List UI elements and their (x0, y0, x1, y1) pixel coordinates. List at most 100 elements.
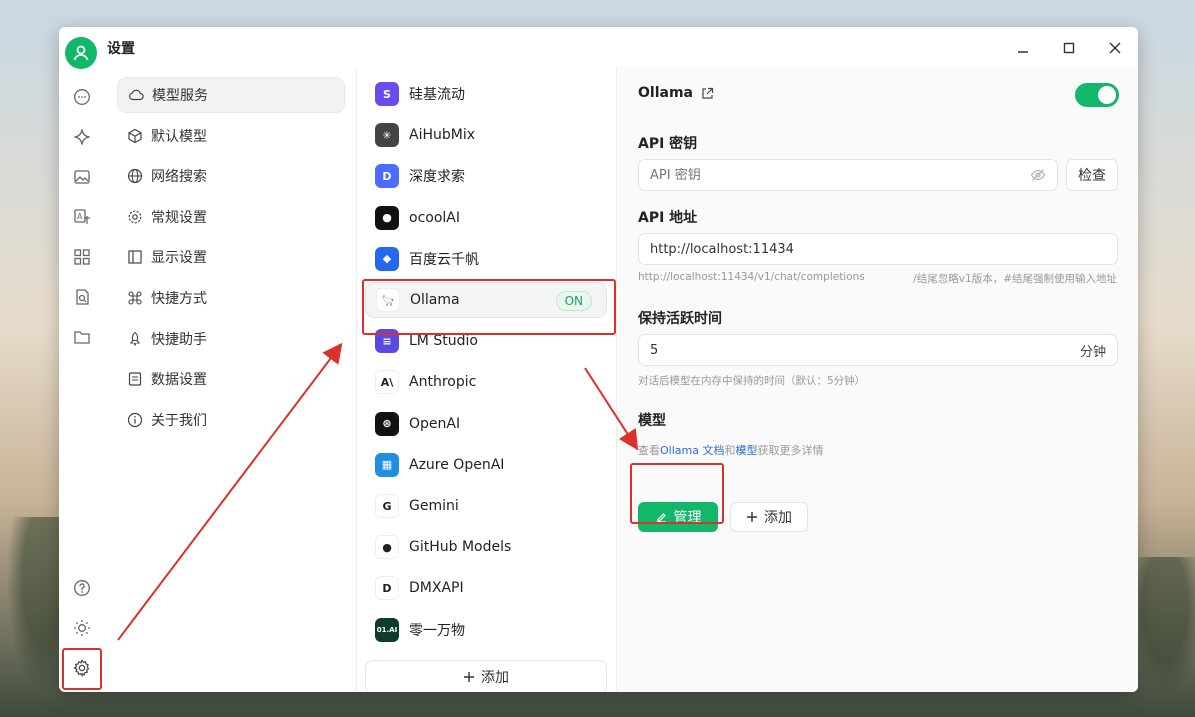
chat-rail-button[interactable] (69, 84, 95, 110)
knowledge-rail-button[interactable] (69, 284, 95, 310)
cube-icon (128, 128, 142, 144)
provider-item-aihubmix[interactable]: ✳ AiHubMix (365, 117, 607, 153)
provider-label: 百度云千帆 (409, 251, 479, 268)
provider-item-anthropic[interactable]: A\ Anthropic (365, 364, 607, 400)
api-key-field[interactable] (638, 159, 1058, 191)
provider-label: 深度求索 (409, 169, 465, 186)
apps-icon (74, 249, 90, 265)
plus-icon (464, 672, 474, 682)
ollama-docs-link[interactable]: Ollama 文档 (660, 444, 724, 457)
svg-text:A: A (77, 212, 83, 221)
help-rail-button[interactable] (69, 575, 95, 601)
add-model-button[interactable]: 添加 (730, 502, 808, 532)
layout-icon (128, 250, 142, 264)
nav-item-label: 默认模型 (151, 129, 207, 145)
avatar[interactable] (65, 37, 97, 69)
provider-item-openai[interactable]: ⊛ OpenAI (365, 406, 607, 442)
api-key-input[interactable] (650, 167, 1030, 183)
nav-item-label: 数据设置 (151, 372, 207, 388)
eye-off-icon[interactable] (1030, 167, 1046, 183)
api-key-label: API 密钥 (638, 136, 698, 152)
openai-logo-icon: ⊛ (375, 411, 399, 436)
provider-item-01-ai[interactable]: 01.AI 零一万物 (365, 612, 607, 648)
nav-item-default-model[interactable]: 默认模型 (117, 118, 345, 154)
provider-item-lm-studio[interactable]: ≡ LM Studio (365, 323, 607, 359)
nav-item-general-settings[interactable]: 常规设置 (117, 199, 345, 235)
files-rail-button[interactable] (69, 324, 95, 350)
keep-alive-value: 5 (650, 342, 659, 358)
models-link[interactable]: 模型 (735, 444, 757, 457)
maximize-icon (1063, 42, 1075, 54)
translate-rail-button[interactable]: A (69, 204, 95, 230)
user-icon (73, 45, 89, 61)
check-button[interactable]: 检查 (1066, 159, 1118, 191)
nav-item-about[interactable]: 关于我们 (117, 402, 345, 438)
document-search-icon (76, 289, 89, 305)
provider-item-deepseek[interactable]: D 深度求索 (365, 158, 607, 194)
translate-icon: A (74, 209, 90, 224)
add-model-label: 添加 (764, 510, 792, 526)
api-url-field[interactable]: http://localhost:11434 (638, 233, 1118, 265)
azure-openai-logo-icon: ▦ (375, 452, 399, 477)
ocoolai-logo-icon: ● (375, 205, 399, 230)
add-provider-label: 添加 (481, 670, 509, 686)
minimize-icon (1018, 51, 1028, 53)
nav-item-shortcuts[interactable]: 快捷方式 (117, 280, 345, 316)
check-button-label: 检查 (1078, 168, 1106, 184)
lm-studio-logo-icon: ≡ (375, 329, 399, 354)
provider-label: Gemini (409, 498, 459, 514)
provider-item-baidu-qianfan[interactable]: ◆ 百度云千帆 (365, 241, 607, 277)
nav-item-label: 网络搜索 (151, 169, 207, 185)
provider-item-gemini[interactable]: G Gemini (365, 488, 607, 524)
icon-rail: A (59, 67, 105, 692)
minimize-button[interactable] (1011, 37, 1035, 59)
nav-item-display-settings[interactable]: 显示设置 (117, 239, 345, 275)
paint-rail-button[interactable] (69, 164, 95, 190)
nav-item-label: 关于我们 (151, 413, 207, 429)
nav-item-data-settings[interactable]: 数据设置 (117, 361, 345, 397)
edit-icon (656, 512, 666, 523)
provider-item-siliconflow[interactable]: S 硅基流动 (365, 76, 607, 112)
baidu-qianfan-logo-icon: ◆ (375, 246, 399, 271)
agents-rail-button[interactable] (69, 124, 95, 150)
close-icon (1109, 42, 1121, 54)
theme-rail-button[interactable] (69, 615, 95, 641)
nav-item-label: 模型服务 (152, 88, 208, 104)
chat-icon (74, 89, 90, 105)
models-hint-pre: 查看 (638, 444, 660, 457)
add-provider-button[interactable]: 添加 (365, 660, 607, 692)
provider-list: S 硅基流动 ✳ AiHubMix D 深度求索 ● ocoolAI ◆ 百度云千帆 🦙 Ollama… (357, 67, 617, 692)
nav-item-label: 快捷助手 (151, 332, 207, 348)
nav-item-web-search[interactable]: 网络搜索 (117, 158, 345, 194)
nav-item-quick-assistant[interactable]: 快捷助手 (117, 321, 345, 357)
dmxapi-logo-icon: D (375, 576, 399, 601)
provider-item-ollama[interactable]: 🦙 Ollama ON (365, 282, 607, 318)
models-hint-post: 获取更多详情 (757, 444, 824, 457)
nav-item-model-service[interactable]: 模型服务 (117, 77, 345, 113)
nav-item-label: 快捷方式 (151, 291, 207, 307)
keep-alive-field[interactable]: 5 分钟 (638, 334, 1118, 366)
provider-item-azure-openai[interactable]: ▦ Azure OpenAI (365, 447, 607, 483)
provider-label: AiHubMix (409, 127, 476, 144)
apps-rail-button[interactable] (69, 244, 95, 270)
provider-item-github-models[interactable]: ● GitHub Models (365, 529, 607, 565)
github-models-logo-icon: ● (375, 535, 399, 560)
provider-enabled-toggle[interactable] (1075, 83, 1119, 107)
provider-label: Anthropic (409, 374, 477, 391)
provider-item-dmxapi[interactable]: D DMXAPI (365, 570, 607, 606)
title-bar: 设置 (59, 27, 1138, 69)
ollama-logo-icon: 🦙 (376, 288, 400, 312)
plus-icon (747, 512, 757, 522)
manage-models-button[interactable]: 管理 (638, 502, 718, 532)
image-icon (74, 170, 90, 184)
api-url-value: http://localhost:11434 (650, 241, 794, 257)
provider-item-ocoolai[interactable]: ● ocoolAI (365, 200, 607, 236)
models-hint: 查看Ollama 文档和模型获取更多详情 (638, 442, 823, 458)
maximize-button[interactable] (1057, 37, 1081, 59)
api-url-hint-right: /结尾忽略v1版本，#结尾强制使用输入地址 (913, 273, 1117, 285)
database-icon (128, 372, 142, 386)
settings-rail-button[interactable] (69, 655, 95, 681)
provider-label: 硅基流动 (409, 87, 465, 103)
external-link-icon[interactable] (701, 87, 714, 100)
close-button[interactable] (1103, 37, 1127, 59)
